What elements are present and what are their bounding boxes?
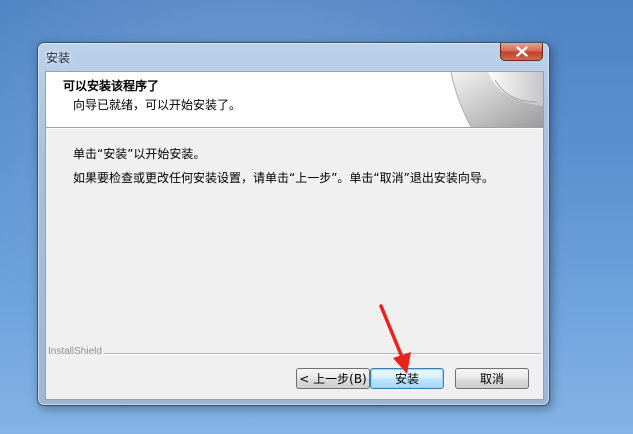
installshield-brand: InstallShield: [48, 346, 102, 357]
back-button[interactable]: < 上一步(B): [296, 368, 370, 389]
page-subtitle: 向导已就绪，可以开始安装了。: [73, 98, 242, 112]
header-divider: [46, 127, 543, 129]
instruction-line-1: 单击“安装”以开始安装。: [73, 147, 206, 161]
title-bar[interactable]: 安装: [38, 43, 549, 69]
page-title: 可以安装该程序了: [63, 79, 160, 93]
wizard-page-curl-art: [450, 72, 543, 127]
wizard-header: 可以安装该程序了 向导已就绪，可以开始安装了。: [46, 72, 543, 127]
pointer-arrow-annotation: [379, 304, 411, 374]
dialog-client-area: 可以安装该程序了 向导已就绪，可以开始安装了。 单击“安装”以开始安装。 如果要…: [45, 71, 544, 400]
close-icon: [515, 46, 528, 57]
window-title: 安装: [46, 51, 71, 65]
brand-divider: [104, 353, 541, 355]
close-button[interactable]: [500, 43, 543, 61]
installer-dialog: 安装 可以安装该程序了 向导已就绪，可以开始安装了。 单击“安装”以开始安装。 …: [37, 42, 550, 406]
instruction-line-2: 如果要检查或更改任何安装设置，请单击“上一步”。单击“取消”退出安装向导。: [73, 171, 494, 185]
cancel-button[interactable]: 取消: [455, 368, 529, 389]
